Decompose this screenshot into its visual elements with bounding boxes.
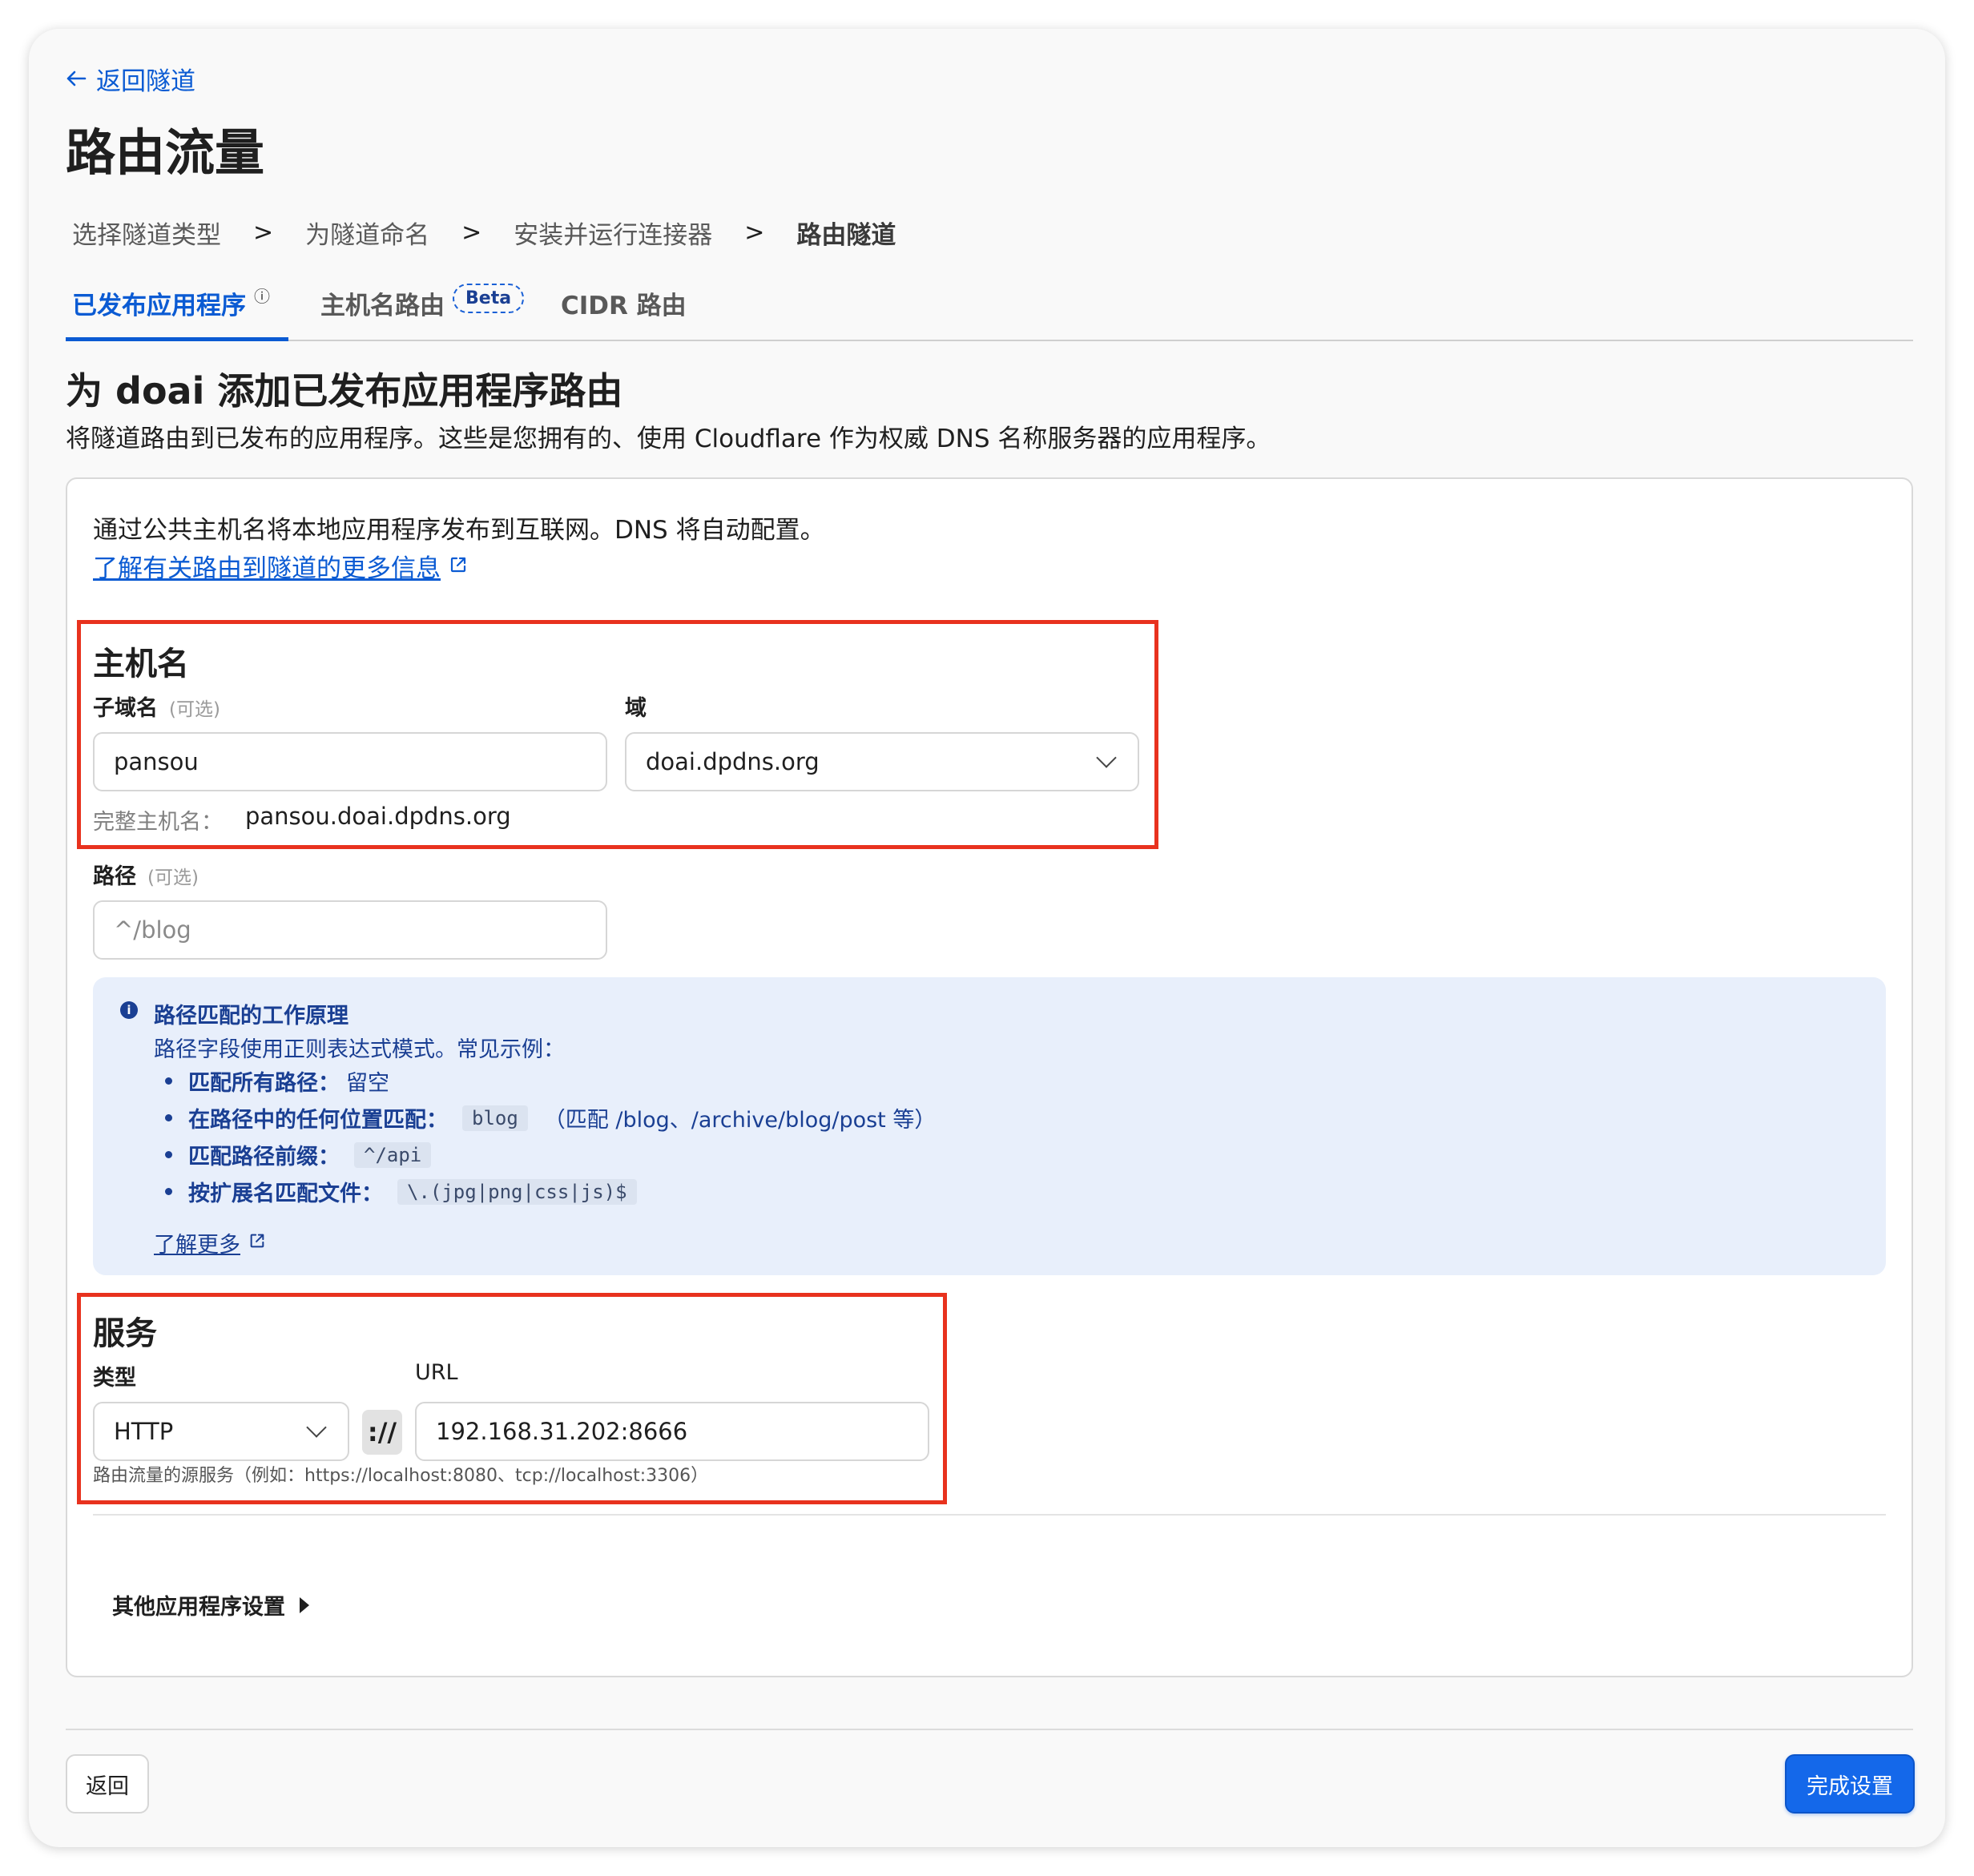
back-button[interactable]: 返回 — [66, 1754, 149, 1814]
chevron-down-icon — [1096, 747, 1117, 768]
service-help-text: 路由流量的源服务（例如：https://localhost:8080、tcp:/… — [93, 1466, 709, 1486]
hostname-heading: 主机名 — [93, 646, 189, 682]
path-input[interactable]: ^/blog — [93, 900, 607, 960]
section-description: 将隧道路由到已发布的应用程序。这些是您拥有的、使用 Cloudflare 作为权… — [66, 425, 1271, 453]
bullet-label: 按扩展名匹配文件： — [188, 1182, 383, 1206]
list-item: 匹配所有路径： 留空 — [165, 1065, 389, 1097]
external-link-icon — [248, 1230, 266, 1255]
step-name-tunnel: 为隧道命名 — [305, 221, 430, 250]
learn-more-link[interactable]: 了解更多 — [154, 1227, 266, 1258]
bullet-text: （匹配 /blog、/archive/blog/post 等） — [543, 1108, 937, 1133]
subdomain-label: 子域名 (可选) — [93, 690, 220, 722]
wizard-steps: 选择隧道类型 > 为隧道命名 > 安装并运行连接器 > 路由隧道 — [72, 215, 896, 251]
subdomain-input[interactable]: pansou — [93, 732, 607, 791]
card-intro: 通过公共主机名将本地应用程序发布到互联网。DNS 将自动配置。 — [93, 516, 825, 545]
bullet-dot — [165, 1151, 172, 1158]
protocol-separator: :// — [362, 1410, 402, 1455]
bullet-label: 在路径中的任何位置匹配： — [188, 1108, 448, 1133]
full-hostname-label: 完整主机名： — [93, 810, 223, 835]
path-info-description: 路径字段使用正则表达式模式。常见示例： — [154, 1037, 565, 1062]
service-type-label: 类型 — [93, 1366, 136, 1391]
list-item: 按扩展名匹配文件： \.(jpg|png|css|js)$ — [165, 1176, 637, 1207]
step-separator: > — [744, 219, 765, 247]
path-info-title: 路径匹配的工作原理 — [154, 1004, 348, 1029]
bullet-dot — [165, 1077, 172, 1085]
external-link-icon — [449, 552, 468, 581]
step-install-connector: 安装并运行连接器 — [514, 221, 713, 250]
advanced-settings-label: 其他应用程序设置 — [112, 1595, 285, 1620]
arrow-left-icon — [66, 65, 87, 94]
tab-hostname-routes-label: 主机名路由 — [320, 292, 445, 320]
tab-cidr-routes[interactable]: CIDR 路由 — [561, 285, 687, 341]
tab-hostname-routes[interactable]: 主机名路由 Beta — [320, 284, 525, 341]
step-separator: > — [461, 219, 482, 247]
list-item: 在路径中的任何位置匹配： blog （匹配 /blog、/archive/blo… — [165, 1102, 936, 1133]
beta-badge: Beta — [453, 284, 525, 313]
finish-setup-button[interactable]: 完成设置 — [1785, 1754, 1915, 1814]
domain-select-value: doai.dpdns.org — [646, 748, 820, 775]
route-tabs: 已发布应用程序 ⓘ 主机名路由 Beta CIDR 路由 — [66, 284, 1913, 341]
page-title: 路由流量 — [66, 123, 265, 182]
service-url-label: URL — [415, 1360, 458, 1385]
bullet-dot — [165, 1114, 172, 1121]
chevron-down-icon — [306, 1417, 327, 1438]
learn-more-routing-label: 了解有关路由到隧道的更多信息 — [93, 554, 441, 583]
info-circle-icon[interactable]: ⓘ — [254, 284, 270, 307]
service-type-select[interactable]: HTTP — [93, 1402, 349, 1461]
subdomain-optional: (可选) — [169, 699, 220, 720]
tab-published-apps-label: 已发布应用程序 — [72, 292, 246, 320]
bullet-label: 匹配路径前缀： — [188, 1145, 340, 1169]
step-select-type: 选择隧道类型 — [72, 221, 221, 250]
path-label: 路径 (可选) — [93, 859, 199, 890]
back-to-tunnels-link[interactable]: 返回隧道 — [66, 61, 195, 97]
learn-more-label: 了解更多 — [154, 1233, 240, 1258]
back-to-tunnels-label: 返回隧道 — [96, 67, 195, 96]
section-title: 为 doai 添加已发布应用程序路由 — [66, 369, 623, 413]
step-route-tunnel: 路由隧道 — [796, 221, 896, 250]
full-hostname-value: pansou.doai.dpdns.org — [245, 803, 511, 830]
full-hostname: 完整主机名： pansou.doai.dpdns.org — [93, 803, 511, 835]
subdomain-label-text: 子域名 — [93, 696, 158, 721]
tab-cidr-routes-label: CIDR 路由 — [561, 292, 687, 320]
list-item: 匹配路径前缀： ^/api — [165, 1139, 432, 1170]
bullet-code: \.(jpg|png|css|js)$ — [397, 1178, 637, 1205]
tab-published-apps[interactable]: 已发布应用程序 ⓘ — [66, 285, 288, 341]
advanced-settings-toggle[interactable]: 其他应用程序设置 — [112, 1589, 309, 1620]
card-divider — [93, 1514, 1886, 1516]
path-label-text: 路径 — [93, 864, 136, 889]
bullet-code: blog — [462, 1105, 528, 1131]
path-optional: (可选) — [147, 868, 199, 888]
bullet-text: 留空 — [346, 1071, 389, 1096]
bullet-code: ^/api — [354, 1141, 432, 1168]
caret-right-icon — [300, 1596, 309, 1613]
learn-more-routing-link[interactable]: 了解有关路由到隧道的更多信息 — [93, 548, 468, 584]
domain-select[interactable]: doai.dpdns.org — [625, 732, 1139, 791]
bullet-label: 匹配所有路径： — [188, 1071, 340, 1096]
bullet-dot — [165, 1188, 172, 1195]
service-url-input[interactable]: 192.168.31.202:8666 — [415, 1402, 929, 1461]
info-icon: i — [120, 1001, 138, 1019]
service-type-value: HTTP — [114, 1418, 174, 1445]
domain-label: 域 — [625, 696, 647, 721]
service-heading: 服务 — [93, 1315, 157, 1352]
footer-divider — [66, 1729, 1913, 1730]
step-separator: > — [253, 219, 274, 247]
